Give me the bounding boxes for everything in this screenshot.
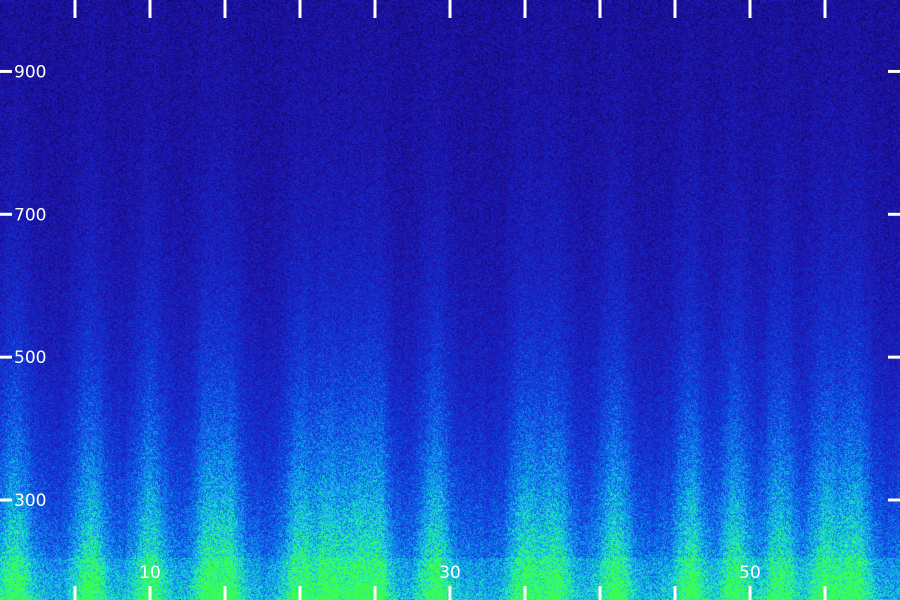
y-tick-label: 300 [14, 491, 46, 511]
y-tick-label: 500 [14, 348, 46, 368]
spectrogram-plot: 10 30 50 300 500 700 900 [0, 0, 900, 600]
x-tick-label: 10 [139, 563, 161, 583]
x-tick-label: 30 [439, 563, 461, 583]
y-tick-label: 900 [14, 62, 46, 82]
axes-layer: 10 30 50 300 500 700 900 [0, 0, 900, 600]
y-tick-label: 700 [14, 205, 46, 225]
x-tick-label: 50 [739, 563, 761, 583]
